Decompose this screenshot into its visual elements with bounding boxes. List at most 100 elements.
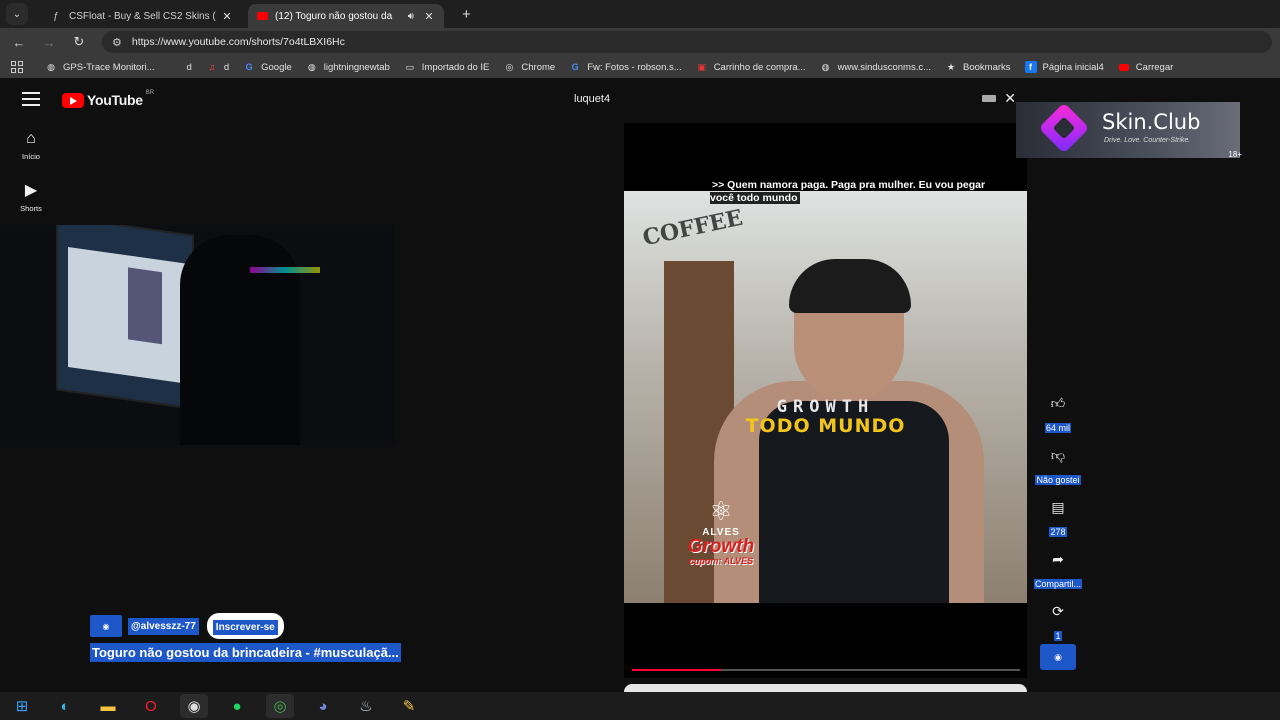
- youtube-page: YouTube BR ⌂ Início ▶ Shorts luquet4 ✕ C…: [0, 78, 1280, 694]
- close-icon[interactable]: ✕: [422, 10, 436, 23]
- remix-button[interactable]: ⟳ 1: [1030, 596, 1086, 648]
- search-input[interactable]: luquet4 ✕: [560, 88, 1020, 110]
- star-icon: ★: [946, 61, 956, 72]
- reload-button[interactable]: ↻: [64, 34, 94, 50]
- rgb-light: [250, 267, 320, 273]
- shorts-icon: ▶: [24, 182, 38, 199]
- video-title[interactable]: Toguro não gostou da brincadeira - #musc…: [90, 643, 401, 662]
- channel-avatar[interactable]: ◉: [1040, 644, 1076, 670]
- obs-icon[interactable]: ◉: [180, 694, 208, 718]
- shorts-player[interactable]: COFFEE GROWTH TODO MUNDO ⚛ ALVES Growth …: [624, 123, 1027, 678]
- bookmark-item[interactable]: ▭ Importado do IE: [404, 61, 490, 73]
- tab-strip: ⌄ ƒ CSFloat - Buy & Sell CS2 Skins ( ✕ (…: [0, 0, 1280, 28]
- steam-icon[interactable]: ♨: [352, 694, 380, 718]
- progress-fill: [632, 669, 722, 671]
- bookmark-item[interactable]: ★ Bookmarks: [945, 61, 1011, 73]
- bookmark-item[interactable]: Carregar: [1118, 61, 1173, 73]
- url-text: https://www.youtube.com/shorts/7o4tLBXI6…: [131, 36, 345, 48]
- bookmark-item[interactable]: ◍ GPS-Trace Monitori...: [45, 61, 154, 73]
- cart-icon: ▣: [697, 61, 706, 72]
- tab-youtube[interactable]: (12) Toguro não gostou da 🔊︎ ✕: [248, 4, 444, 28]
- overlay-subtitle: TODO MUNDO: [745, 415, 906, 437]
- bookmark-item[interactable]: ♫ d: [206, 61, 229, 73]
- forward-button[interactable]: →: [34, 35, 64, 50]
- toolbar: ← → ↻ ⚙ https://www.youtube.com/shorts/7…: [0, 28, 1280, 56]
- bookmark-item[interactable]: ▣ Carrinho de compra...: [696, 61, 805, 73]
- channel-row: ◉ @alvesszz-77 Inscrever-se: [90, 613, 284, 639]
- tab-csfloat[interactable]: ƒ CSFloat - Buy & Sell CS2 Skins ( ✕: [42, 4, 242, 28]
- progress-bar[interactable]: [632, 669, 1020, 671]
- discord-icon[interactable]: ◕: [309, 694, 337, 718]
- chrome-icon[interactable]: ◎: [266, 694, 294, 718]
- like-button[interactable]: 👍︎ 64 mil: [1030, 388, 1086, 440]
- bookmark-item[interactable]: f Página inicial4: [1024, 61, 1104, 73]
- globe-icon: ◍: [307, 61, 316, 72]
- youtube-play-icon: [62, 92, 84, 108]
- remix-icon: ⟳: [1052, 602, 1064, 619]
- webcam-overlay: [0, 225, 395, 445]
- chrome-icon: ◎: [505, 61, 514, 72]
- google-icon: G: [245, 62, 253, 72]
- channel-avatar[interactable]: ◉: [90, 615, 122, 637]
- taskbar: ⊞ ◐ ▬ O ◉ ● ◎ ◕ ♨ ✎: [0, 692, 1280, 720]
- windows-icon[interactable]: ⊞: [8, 694, 36, 718]
- sidebar-item-shorts[interactable]: ▶ Shorts: [0, 180, 62, 213]
- globe-icon: ◍: [47, 61, 55, 72]
- edge-icon[interactable]: ◐: [51, 694, 79, 718]
- address-bar[interactable]: ⚙ https://www.youtube.com/shorts/7o4tLBX…: [102, 31, 1272, 53]
- share-icon: ➦: [1052, 550, 1064, 567]
- share-button[interactable]: ➦ Compartil...: [1030, 544, 1086, 596]
- sidebar-item-home[interactable]: ⌂ Início: [0, 130, 62, 161]
- spotify-icon[interactable]: ●: [223, 694, 251, 718]
- facebook-icon: f: [1024, 61, 1037, 73]
- opera-icon[interactable]: O: [137, 694, 165, 718]
- youtube-icon: [256, 10, 268, 22]
- youtube-logo[interactable]: YouTube BR: [62, 90, 154, 108]
- explorer-icon[interactable]: ▬: [94, 694, 122, 718]
- video-frame: COFFEE GROWTH TODO MUNDO ⚛ ALVES Growth …: [624, 191, 1027, 603]
- muscle-icon: ⚛: [709, 496, 733, 526]
- bookmark-item[interactable]: ◎ Chrome: [503, 61, 555, 73]
- skinclub-ad[interactable]: Skin.Club Drive. Love. Counter-Strike. 1…: [1016, 102, 1242, 159]
- tab-title: (12) Toguro não gostou da: [275, 10, 393, 22]
- tab-search-button[interactable]: ⌄: [6, 3, 28, 25]
- folder-icon: ▭: [405, 61, 415, 72]
- speaker-icon[interactable]: 🔊︎: [408, 11, 414, 22]
- google-icon: G: [571, 62, 579, 72]
- globe-icon: ◍: [821, 61, 830, 72]
- video-caption: >> Quem namora paga. Paga pra mulher. Eu…: [710, 179, 986, 204]
- bookmark-item[interactable]: d: [169, 61, 192, 73]
- tab-title: CSFloat - Buy & Sell CS2 Skins (: [69, 10, 216, 22]
- like-icon: 👍︎: [1050, 394, 1066, 411]
- dislike-icon: 👎︎: [1050, 446, 1066, 463]
- bookmark-item[interactable]: ◍ www.sindusconms.c...: [820, 61, 931, 73]
- bookmark-item[interactable]: ◍ lightningnewtab: [306, 61, 390, 73]
- action-bar: 👍︎ 64 mil 👎︎ Não gostei ▤ 278 ➦ Compartil...…: [1030, 388, 1086, 648]
- apps-icon[interactable]: [11, 61, 23, 73]
- site-info-icon[interactable]: ⚙: [112, 36, 122, 49]
- close-icon[interactable]: ✕: [220, 10, 234, 23]
- comments-button[interactable]: ▤ 278: [1030, 492, 1086, 544]
- clear-search-icon[interactable]: ✕: [1004, 90, 1016, 107]
- monitor: [56, 225, 194, 410]
- app-icon[interactable]: ✎: [395, 694, 423, 718]
- bookmarks-bar: ◍ GPS-Trace Monitori... d ♫ d G Google ◍ lig…: [0, 56, 1280, 78]
- bookmark-item[interactable]: G Fw: Fotos - robson.s...: [569, 61, 682, 73]
- menu-icon[interactable]: [22, 92, 40, 110]
- new-tab-button[interactable]: +: [462, 6, 471, 23]
- youtube-icon: [1118, 61, 1130, 73]
- dislike-button[interactable]: 👎︎ Não gostei: [1030, 440, 1086, 492]
- blank-icon: [169, 61, 181, 73]
- bookmark-item[interactable]: G Google: [243, 61, 292, 73]
- back-button[interactable]: ←: [4, 35, 34, 50]
- keyboard-icon[interactable]: [982, 95, 996, 102]
- skinclub-logo-icon: [1038, 102, 1090, 154]
- subscribe-button[interactable]: Inscrever-se: [206, 613, 284, 639]
- comment-icon: ▤: [1051, 498, 1065, 515]
- music-icon: ♫: [208, 62, 216, 72]
- brand-logo: ⚛ ALVES Growth cupom: ALVES: [666, 496, 776, 566]
- channel-handle[interactable]: @alvesszz-77: [128, 617, 199, 635]
- home-icon: ⌂: [26, 130, 36, 147]
- shirt-text: GROWTH: [776, 397, 875, 417]
- csfloat-icon: ƒ: [53, 10, 59, 22]
